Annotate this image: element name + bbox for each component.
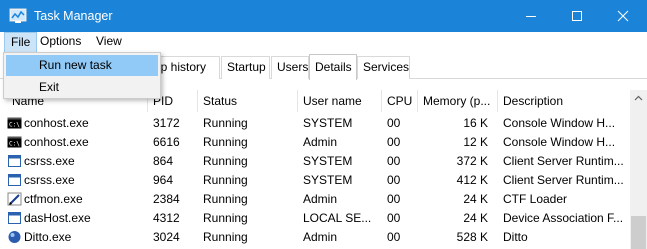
window-title: Task Manager xyxy=(34,9,113,23)
title-bar[interactable]: Task Manager xyxy=(0,0,647,32)
table-row[interactable]: csrss.exe 964 Running SYSTEM 00 412 K Cl… xyxy=(0,171,630,190)
column-header-cpu[interactable]: CPU xyxy=(382,90,418,112)
process-status: Running xyxy=(203,192,248,206)
file-menu-dropdown: Run new task Exit xyxy=(3,52,161,99)
process-description: Device Association F... xyxy=(503,211,624,225)
process-pid: 6616 xyxy=(153,135,180,149)
process-pid: 2384 xyxy=(153,192,180,206)
process-user: LOCAL SE... xyxy=(303,211,372,225)
process-name: dasHost.exe xyxy=(24,211,91,225)
process-status: Running xyxy=(203,173,248,187)
process-user: SYSTEM xyxy=(303,173,353,187)
process-status: Running xyxy=(203,230,248,244)
process-cpu: 00 xyxy=(387,230,401,244)
column-header-memory[interactable]: Memory (p... xyxy=(418,90,498,112)
column-header-description[interactable]: Description xyxy=(498,90,630,112)
column-header-status[interactable]: Status xyxy=(198,90,298,112)
process-memory: 12 K xyxy=(463,135,488,149)
process-status: Running xyxy=(203,211,248,225)
tab-details[interactable]: Details xyxy=(309,54,357,80)
table-row[interactable]: ctfmon.exe 2384 Running Admin 00 24 K CT… xyxy=(0,190,630,209)
process-description: Console Window H... xyxy=(503,135,616,149)
process-pid: 3024 xyxy=(153,230,180,244)
chevron-up-icon xyxy=(634,95,643,101)
column-header-user[interactable]: User name xyxy=(298,90,382,112)
process-name: csrss.exe xyxy=(24,173,75,187)
process-description: CTF Loader xyxy=(503,192,568,206)
process-name: Ditto.exe xyxy=(24,230,72,244)
vertical-scrollbar[interactable] xyxy=(630,90,647,249)
process-memory: 24 K xyxy=(463,192,488,206)
process-pid: 3172 xyxy=(153,116,180,130)
tab-startup[interactable]: Startup xyxy=(221,56,270,79)
scroll-up-button[interactable] xyxy=(630,90,647,107)
table-row[interactable]: dasHost.exe 4312 Running LOCAL SE... 00 … xyxy=(0,209,630,228)
menu-item-run-new-task[interactable]: Run new task xyxy=(6,55,158,76)
menu-options[interactable]: Options xyxy=(34,32,87,53)
process-user: SYSTEM xyxy=(303,154,353,168)
process-cpu: 00 xyxy=(387,192,401,206)
process-memory: 528 K xyxy=(456,230,488,244)
process-cpu: 00 xyxy=(387,135,401,149)
process-name: csrss.exe xyxy=(24,154,75,168)
process-user: SYSTEM xyxy=(303,116,353,130)
menu-bar: File Options View xyxy=(0,32,647,53)
process-memory: 16 K xyxy=(463,116,488,130)
process-cpu: 00 xyxy=(387,116,401,130)
process-description: Client Server Runtim... xyxy=(503,173,624,187)
process-status: Running xyxy=(203,116,248,130)
maximize-icon xyxy=(572,11,582,21)
process-user: Admin xyxy=(303,230,338,244)
process-pid: 864 xyxy=(153,154,174,168)
task-manager-icon xyxy=(9,8,27,24)
table-row[interactable]: csrss.exe 864 Running SYSTEM 00 372 K Cl… xyxy=(0,152,630,171)
process-pid: 4312 xyxy=(153,211,180,225)
menu-item-exit[interactable]: Exit xyxy=(6,77,158,98)
process-pid: 964 xyxy=(153,173,174,187)
process-description: Client Server Runtim... xyxy=(503,154,624,168)
process-description: Console Window H... xyxy=(503,116,616,130)
table-row[interactable]: C:\ conhost.exe 6616 Running Admin 00 12… xyxy=(0,133,630,152)
process-description: Ditto xyxy=(503,230,528,244)
process-status: Running xyxy=(203,135,248,149)
process-memory: 412 K xyxy=(456,173,488,187)
minimize-icon xyxy=(526,16,536,17)
minimize-button[interactable] xyxy=(508,0,554,32)
scrollbar-thumb[interactable] xyxy=(631,216,646,249)
close-button[interactable] xyxy=(600,0,646,32)
process-memory: 24 K xyxy=(463,211,488,225)
table-row[interactable]: C:\ conhost.exe 3172 Running SYSTEM 00 1… xyxy=(0,114,630,133)
process-memory: 372 K xyxy=(456,154,488,168)
process-cpu: 00 xyxy=(387,173,401,187)
process-user: Admin xyxy=(303,135,338,149)
process-cpu: 00 xyxy=(387,154,401,168)
maximize-button[interactable] xyxy=(554,0,600,32)
process-name: ctfmon.exe xyxy=(24,192,83,206)
close-icon xyxy=(617,10,629,22)
process-cpu: 00 xyxy=(387,211,401,225)
tab-services[interactable]: Services xyxy=(357,56,410,79)
process-name: conhost.exe xyxy=(24,135,89,149)
process-status: Running xyxy=(203,154,248,168)
process-user: Admin xyxy=(303,192,338,206)
menu-file[interactable]: File xyxy=(4,32,38,53)
tab-users[interactable]: Users xyxy=(271,56,309,79)
table-row[interactable]: Ditto.exe 3024 Running Admin 00 528 K Di… xyxy=(0,228,630,247)
menu-view[interactable]: View xyxy=(90,32,128,53)
process-name: conhost.exe xyxy=(24,116,89,130)
details-table: Name PID Status User name CPU Memory (p.… xyxy=(0,90,630,249)
